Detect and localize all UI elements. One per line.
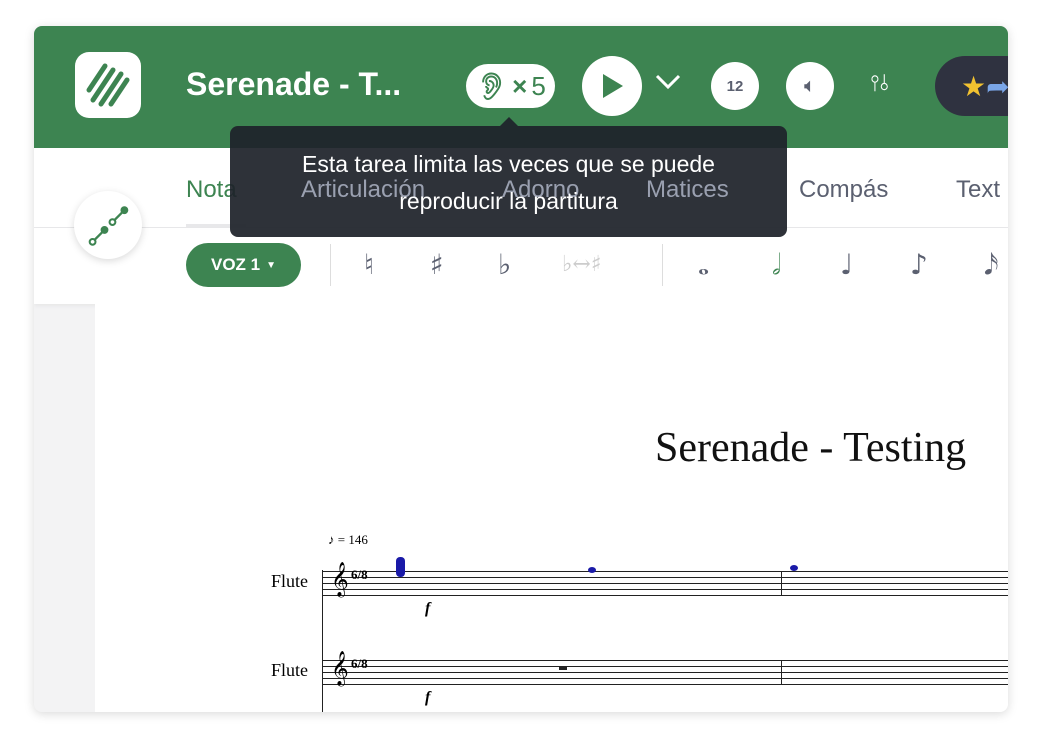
times-symbol: × — [512, 70, 528, 101]
tab-compas[interactable]: Compás — [799, 176, 888, 204]
divider — [662, 244, 663, 286]
tempo-marking: ♪ = 146 — [328, 532, 368, 547]
score-page[interactable]: Serenade - Testing ♪ = 146 Flute Flute 𝄞… — [95, 304, 1008, 712]
instrument-label: Flute — [271, 571, 309, 591]
tab-matices[interactable]: Matices — [646, 176, 729, 204]
play-limit-badge[interactable]: 👂︎ × 5 — [466, 64, 555, 108]
quarter-note-button[interactable]: ♩ — [840, 248, 853, 281]
play-options-chevron-icon[interactable] — [655, 70, 681, 96]
staff-2 — [323, 660, 1008, 686]
sixteenth-note-button[interactable]: 𝅘𝅥𝅯 — [984, 248, 999, 282]
divider — [330, 244, 331, 286]
voice-label: VOZ 1 — [210, 255, 261, 274]
volume-button[interactable]: 🔈︎ — [786, 62, 834, 110]
barline — [781, 660, 782, 685]
header: Serenade - T... 👂︎ × 5 12 🔈︎ ⫯⫰ ★ ➦ — [34, 26, 1008, 148]
instrument-button[interactable]: ⊶⊶ — [74, 191, 142, 259]
ear-icon: 👂︎ — [475, 70, 509, 101]
play-button[interactable] — [582, 56, 642, 116]
app-logo[interactable] — [75, 52, 141, 118]
sharp-button[interactable]: ♯ — [430, 248, 444, 281]
score-heading: Serenade - Testing — [655, 425, 967, 471]
app-window: Serenade - T... 👂︎ × 5 12 🔈︎ ⫯⫰ ★ ➦ Nota … — [34, 26, 1008, 712]
natural-button[interactable]: ♮ — [364, 248, 374, 281]
instrument-label: Flute — [271, 660, 309, 680]
score-title[interactable]: Serenade - T... — [186, 66, 401, 103]
tab-articulacion[interactable]: Articulación — [301, 176, 425, 204]
barline — [781, 571, 782, 596]
treble-clef-icon: 𝄞 — [331, 651, 349, 686]
eighth-note-button[interactable]: ♪ — [910, 248, 928, 281]
metronome-icon: 12 — [726, 77, 744, 95]
voice-dropdown[interactable]: VOZ 1 ▼ — [186, 243, 301, 287]
note-toolbar: VOZ 1 ▼ ♮ ♯ ♭ ♭↔♯ 𝅝 𝅗𝅥 ♩ ♪ 𝅘𝅥𝅯 — [34, 228, 1008, 304]
arrow-icon: ➦ — [986, 70, 1008, 102]
dynamic-marking: f — [425, 689, 431, 706]
time-signature: 6/8 — [351, 567, 368, 582]
flute-icon: ⊶⊶ — [77, 194, 139, 256]
active-tab-indicator — [186, 224, 246, 227]
staff-1 — [323, 557, 1008, 597]
tab-nota[interactable]: Nota — [186, 176, 237, 204]
note[interactable] — [396, 557, 405, 577]
play-icon — [603, 74, 623, 98]
star-icon: ★ — [961, 70, 987, 102]
tab-adorno[interactable]: Adorno — [502, 176, 579, 204]
note[interactable] — [790, 565, 798, 571]
time-signature: 6/8 — [351, 656, 368, 671]
speaker-icon: 🔈︎ — [804, 74, 816, 97]
tab-bar: Nota Articulación Adorno Matices Compás … — [34, 148, 1008, 228]
metronome-button[interactable]: 12 — [711, 62, 759, 110]
caret-down-icon: ▼ — [266, 259, 277, 271]
tab-texto[interactable]: Text — [956, 176, 1000, 204]
play-limit-count: 5 — [531, 70, 546, 101]
note[interactable] — [588, 567, 596, 573]
rest — [559, 666, 567, 670]
enharmonic-button[interactable]: ♭↔♯ — [562, 252, 601, 277]
whole-note-button[interactable]: 𝅝 — [698, 248, 709, 282]
flat-button[interactable]: ♭ — [498, 248, 511, 281]
half-note-button[interactable]: 𝅗𝅥 — [772, 248, 781, 282]
treble-clef-icon: 𝄞 — [331, 562, 349, 597]
mixer-icon[interactable]: ⫯⫰ — [870, 70, 889, 96]
dynamic-marking: f — [425, 600, 431, 617]
upgrade-button[interactable]: ★ ➦ — [935, 56, 1008, 116]
